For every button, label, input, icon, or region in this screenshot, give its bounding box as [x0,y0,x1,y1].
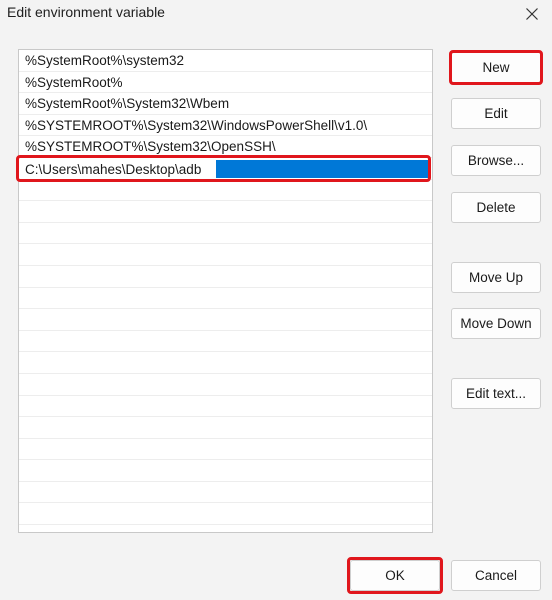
empty-row[interactable] [19,309,432,331]
delete-button[interactable]: Delete [451,192,541,223]
list-item[interactable]: %SystemRoot%\system32 [19,50,432,72]
empty-row[interactable] [19,439,432,461]
close-button[interactable] [512,0,552,28]
browse-button[interactable]: Browse... [451,145,541,176]
path-edit-input[interactable] [20,158,216,180]
close-icon [526,8,538,20]
empty-row[interactable] [19,460,432,482]
list-item[interactable]: %SYSTEMROOT%\System32\OpenSSH\ [19,136,432,158]
empty-row[interactable] [19,503,432,526]
move-up-button[interactable]: Move Up [451,262,541,293]
empty-row[interactable] [19,244,432,266]
ok-button[interactable]: OK [350,560,440,591]
empty-row[interactable] [19,288,432,310]
cancel-button[interactable]: Cancel [451,560,541,591]
new-button[interactable]: New [451,52,541,83]
empty-row[interactable] [19,331,432,353]
editing-row [20,158,431,180]
empty-row[interactable] [19,352,432,374]
text-selection [216,160,431,178]
empty-row[interactable] [19,180,432,202]
list-item[interactable]: %SystemRoot% [19,72,432,94]
edit-text-button[interactable]: Edit text... [451,378,541,409]
empty-row[interactable] [19,396,432,418]
title-bar: Edit environment variable [0,0,552,28]
empty-row[interactable] [19,482,432,504]
empty-row[interactable] [19,223,432,245]
list-item[interactable]: %SYSTEMROOT%\System32\WindowsPowerShell\… [19,115,432,137]
path-rows: %SystemRoot%\system32 %SystemRoot% %Syst… [19,50,432,532]
empty-row[interactable] [19,374,432,396]
empty-row[interactable] [19,417,432,439]
window-title: Edit environment variable [7,4,165,20]
path-list[interactable]: %SystemRoot%\system32 %SystemRoot% %Syst… [18,49,433,533]
move-down-button[interactable]: Move Down [451,308,541,339]
empty-row[interactable] [19,201,432,223]
list-item[interactable]: %SystemRoot%\System32\Wbem [19,93,432,115]
empty-row[interactable] [19,266,432,288]
edit-button[interactable]: Edit [451,98,541,129]
